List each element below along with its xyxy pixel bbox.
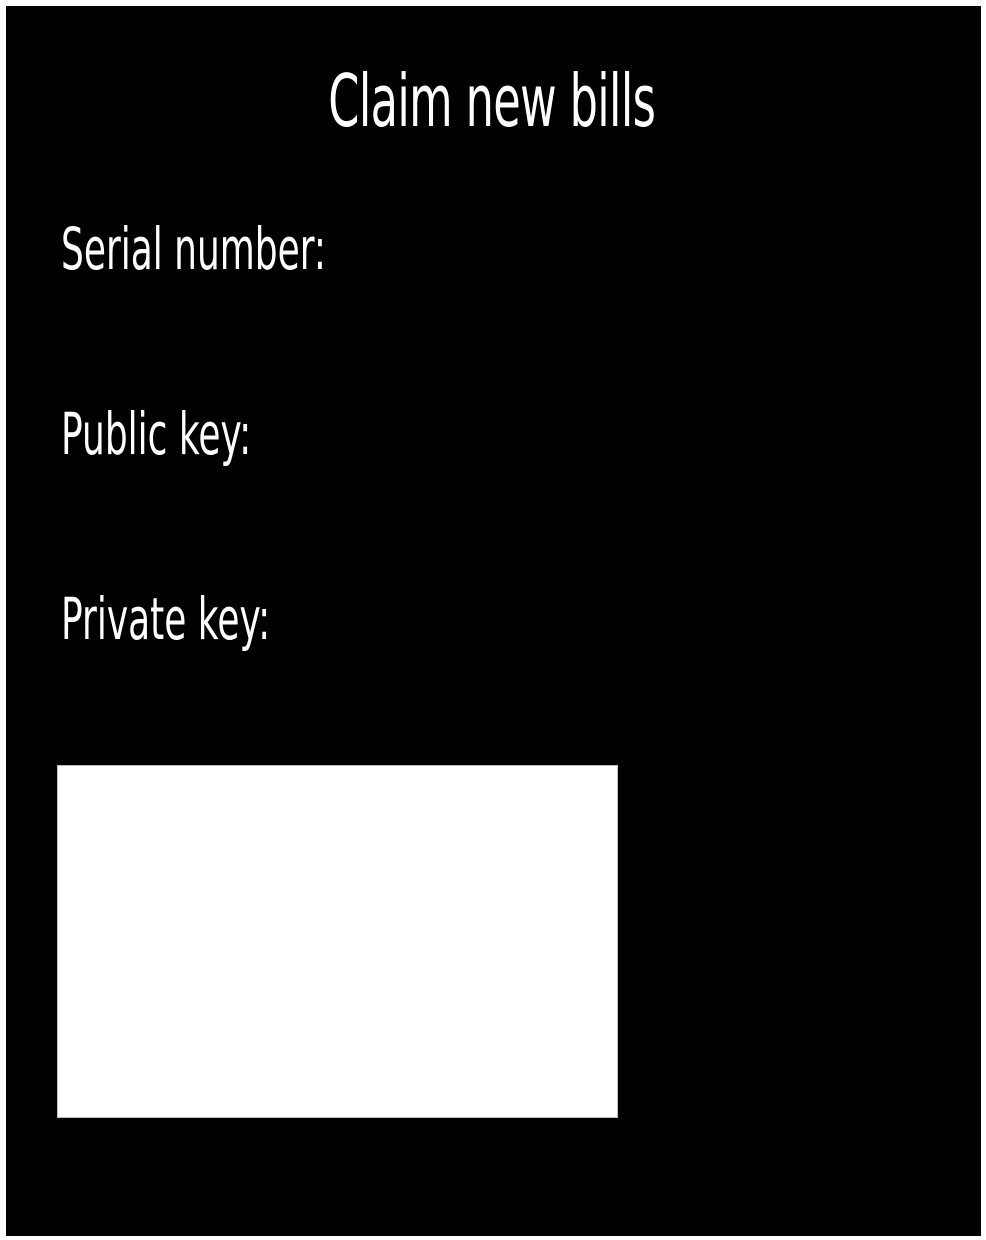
page-title: Claim new bills <box>328 59 656 143</box>
public-key-label: Public key: <box>61 400 252 468</box>
serial-number-label: Serial number: <box>61 215 327 283</box>
claim-card: Claim new bills Serial number: Public ke… <box>6 6 981 1236</box>
private-key-label: Private key: <box>61 585 271 653</box>
blank-white-panel <box>57 765 618 1118</box>
